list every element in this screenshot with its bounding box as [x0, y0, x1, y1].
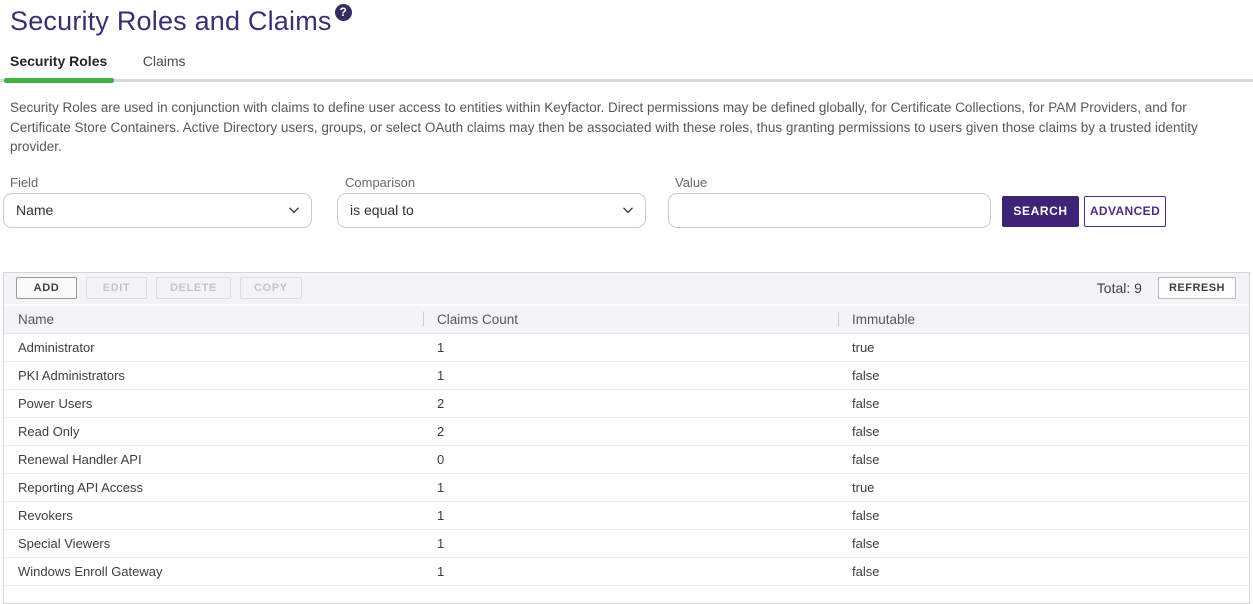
table-cell: false	[838, 368, 1249, 383]
search-form: Field Comparison Value Name is equal to …	[0, 169, 1253, 235]
grid-toolbar: ADD EDIT DELETE COPY Total: 9 REFRESH	[4, 273, 1249, 306]
table-cell: 2	[423, 396, 838, 411]
column-header-immutable[interactable]: Immutable	[838, 312, 1249, 327]
search-button[interactable]: SEARCH	[1002, 196, 1079, 227]
tab-bar: Security Roles Claims	[0, 53, 1253, 82]
page-header: Security Roles and Claims?	[0, 0, 1253, 40]
table-cell: false	[838, 452, 1249, 467]
table-cell: true	[838, 480, 1249, 495]
table-row[interactable]: Renewal Handler API0false	[4, 446, 1249, 474]
column-header-name[interactable]: Name	[4, 312, 423, 327]
table-cell: true	[838, 340, 1249, 355]
table-row[interactable]: Revokers1false	[4, 502, 1249, 530]
table-cell: Renewal Handler API	[4, 452, 423, 467]
field-select[interactable]: Name	[3, 193, 312, 228]
table-cell: Windows Enroll Gateway	[4, 564, 423, 579]
copy-button[interactable]: COPY	[240, 277, 302, 299]
help-icon[interactable]: ?	[335, 4, 352, 21]
table-cell: 1	[423, 564, 838, 579]
table-body: Administrator1truePKI Administrators1fal…	[4, 334, 1249, 586]
table-row[interactable]: PKI Administrators1false	[4, 362, 1249, 390]
table-row[interactable]: Special Viewers1false	[4, 530, 1249, 558]
roles-grid: ADD EDIT DELETE COPY Total: 9 REFRESH Na…	[3, 272, 1250, 604]
table-cell: 1	[423, 340, 838, 355]
value-label: Value	[675, 175, 707, 190]
delete-button[interactable]: DELETE	[156, 277, 231, 299]
comparison-select[interactable]: is equal to	[337, 193, 646, 228]
table-cell: 0	[423, 452, 838, 467]
add-button[interactable]: ADD	[16, 277, 77, 299]
value-input[interactable]	[668, 193, 991, 228]
comparison-select-wrap: is equal to	[337, 193, 646, 228]
table-cell: 1	[423, 536, 838, 551]
tab-claims[interactable]: Claims	[143, 53, 186, 69]
tab-security-roles[interactable]: Security Roles	[10, 53, 107, 69]
refresh-button[interactable]: REFRESH	[1158, 277, 1236, 299]
table-cell: false	[838, 424, 1249, 439]
column-header-claims-count[interactable]: Claims Count	[423, 312, 838, 327]
tab-underline	[0, 79, 1253, 82]
page-description: Security Roles are used in conjunction w…	[10, 98, 1243, 157]
table-row[interactable]: Administrator1true	[4, 334, 1249, 362]
table-row[interactable]: Power Users2false	[4, 390, 1249, 418]
table-cell: PKI Administrators	[4, 368, 423, 383]
table-cell: false	[838, 564, 1249, 579]
advanced-button[interactable]: ADVANCED	[1084, 196, 1166, 227]
active-tab-indicator	[4, 78, 114, 83]
table-cell: 2	[423, 424, 838, 439]
table-header: Name Claims Count Immutable	[4, 306, 1249, 334]
table-cell: Power Users	[4, 396, 423, 411]
table-cell: Revokers	[4, 508, 423, 523]
table-cell: 1	[423, 508, 838, 523]
table-row[interactable]: Read Only2false	[4, 418, 1249, 446]
page-title: Security Roles and Claims	[10, 6, 332, 37]
table-cell: Reporting API Access	[4, 480, 423, 495]
table-footer	[4, 586, 1249, 603]
table-row[interactable]: Windows Enroll Gateway1false	[4, 558, 1249, 586]
table-cell: false	[838, 396, 1249, 411]
comparison-label: Comparison	[345, 175, 415, 190]
table-cell: false	[838, 508, 1249, 523]
table-cell: false	[838, 536, 1249, 551]
table-cell: 1	[423, 368, 838, 383]
table-cell: 1	[423, 480, 838, 495]
total-count: Total: 9	[1097, 280, 1142, 296]
field-select-wrap: Name	[3, 193, 312, 228]
table-row[interactable]: Reporting API Access1true	[4, 474, 1249, 502]
table-cell: Read Only	[4, 424, 423, 439]
table-cell: Administrator	[4, 340, 423, 355]
edit-button[interactable]: EDIT	[86, 277, 147, 299]
table-cell: Special Viewers	[4, 536, 423, 551]
field-label: Field	[10, 175, 38, 190]
